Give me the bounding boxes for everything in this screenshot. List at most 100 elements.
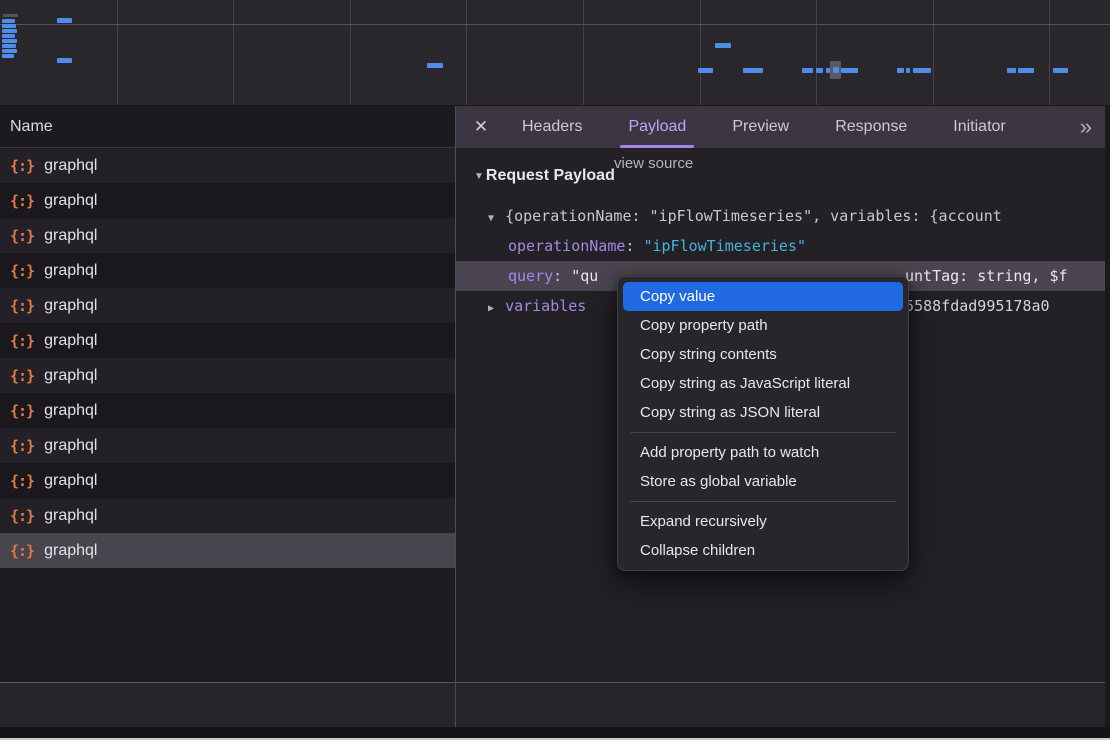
context-menu-item-store-as-global-variable[interactable]: Store as global variable	[623, 467, 903, 496]
tab-response[interactable]: Response	[831, 106, 911, 148]
timeline-gridline	[583, 0, 584, 106]
network-bar[interactable]	[802, 68, 813, 73]
menu-separator	[630, 501, 896, 502]
timeline-gridline-horizontal	[0, 24, 1110, 25]
tab-preview[interactable]: Preview	[728, 106, 793, 148]
network-bar[interactable]	[913, 68, 931, 73]
network-bar[interactable]	[906, 68, 910, 73]
request-name: graphql	[44, 402, 97, 420]
network-bar[interactable]	[2, 54, 14, 58]
collapsed-triangle-icon[interactable]: ▶	[488, 303, 494, 314]
request-row[interactable]: {:} graphql	[0, 183, 455, 218]
close-button[interactable]: ✕	[470, 116, 492, 138]
context-menu-item-copy-property-path[interactable]: Copy property path	[623, 311, 903, 340]
request-row[interactable]: {:} graphql	[0, 393, 455, 428]
request-name: graphql	[44, 472, 97, 490]
section-title: Request Payload	[486, 167, 615, 185]
network-bar[interactable]	[698, 68, 713, 73]
tab-payload[interactable]: Payload	[624, 106, 690, 148]
request-row[interactable]: {:} graphql	[0, 218, 455, 253]
name-column-label: Name	[10, 118, 53, 136]
section-expanded-triangle-icon[interactable]: ▼	[474, 171, 484, 182]
network-bar[interactable]	[826, 68, 830, 73]
context-menu-item-copy-value[interactable]: Copy value	[623, 282, 903, 311]
network-bar[interactable]	[427, 63, 443, 68]
request-row[interactable]: {:}graphql	[0, 358, 455, 393]
network-bar[interactable]	[2, 39, 17, 43]
network-bar[interactable]	[1053, 68, 1068, 73]
overview-waterfall[interactable]	[0, 0, 1110, 106]
name-column-header[interactable]: Name	[0, 106, 455, 148]
fetch-json-icon: {:}	[10, 262, 34, 280]
request-row[interactable]: {:}graphql	[0, 148, 455, 183]
network-bar[interactable]	[2, 19, 15, 23]
tab-headers[interactable]: Headers	[518, 106, 586, 148]
network-bar[interactable]	[2, 34, 15, 38]
network-bar[interactable]	[897, 68, 904, 73]
request-name: graphql	[44, 192, 97, 210]
view-source-link[interactable]: view source	[614, 148, 693, 178]
fetch-json-icon: {:}	[10, 542, 34, 560]
request-row[interactable]: {:} graphql	[0, 463, 455, 498]
timeline-gridline	[700, 0, 701, 106]
fetch-json-icon: {:}	[10, 192, 34, 210]
context-menu-item-collapse-children[interactable]: Collapse children	[623, 536, 903, 565]
context-menu: Copy valueCopy property pathCopy string …	[617, 276, 909, 571]
request-row[interactable]: {:}graphql	[0, 323, 455, 358]
context-menu-item-copy-string-as-javascript-literal[interactable]: Copy string as JavaScript literal	[623, 369, 903, 398]
request-name: graphql	[44, 332, 97, 350]
request-name: graphql	[44, 297, 97, 315]
context-menu-item-expand-recursively[interactable]: Expand recursively	[623, 507, 903, 536]
context-menu-item-add-property-path-to-watch[interactable]: Add property path to watch	[623, 438, 903, 467]
chevron-double-right-icon: »	[1080, 114, 1090, 139]
panel-divider[interactable]	[455, 106, 456, 727]
request-name: graphql	[44, 157, 97, 175]
network-bar[interactable]	[2, 29, 17, 33]
tab-initiator[interactable]: Initiator	[949, 106, 1009, 148]
request-name: graphql	[44, 367, 97, 385]
fetch-json-icon: {:}	[10, 402, 34, 420]
network-bar[interactable]	[743, 68, 763, 73]
network-bar[interactable]	[2, 44, 16, 48]
network-bar[interactable]	[57, 58, 72, 63]
network-bar[interactable]	[833, 67, 839, 73]
network-bar[interactable]	[816, 68, 823, 73]
fetch-json-icon: {:}	[10, 507, 34, 525]
context-menu-item-copy-string-as-json-literal[interactable]: Copy string as JSON literal	[623, 398, 903, 427]
tree-row-operation-name[interactable]: operationName: "ipFlowTimeseries"	[456, 231, 1110, 261]
request-row[interactable]: {:}graphql	[0, 288, 455, 323]
fetch-json-icon: {:}	[10, 472, 34, 490]
network-bar[interactable]	[715, 43, 731, 48]
property-key: variables	[505, 297, 586, 315]
timeline-gridline	[1049, 0, 1050, 106]
network-bar[interactable]	[1018, 68, 1034, 73]
tree-root-row[interactable]: ▼ {operationName: "ipFlowTimeseries", va…	[456, 201, 1110, 231]
timeline-gridline	[233, 0, 234, 106]
context-menu-item-copy-string-contents[interactable]: Copy string contents	[623, 340, 903, 369]
fetch-json-icon: {:}	[10, 227, 34, 245]
timeline-gridline	[933, 0, 934, 106]
property-value-right-fragment: untTag: string, $f	[905, 261, 1068, 291]
request-row[interactable]: {:}graphql	[0, 428, 455, 463]
key-separator: :	[553, 267, 571, 285]
request-row[interactable]: {:}graphql	[0, 533, 455, 568]
close-icon: ✕	[474, 117, 488, 137]
request-name: graphql	[44, 227, 97, 245]
detail-tabbar: ✕ Headers Payload Preview Response Initiator…	[456, 106, 1110, 148]
root-expanded-triangle-icon[interactable]: ▼	[488, 213, 494, 224]
root-preview-text: {operationName: "ipFlowTimeseries", vari…	[505, 207, 1002, 225]
property-value-right-fragment: ee5588fdad995178a0	[887, 291, 1050, 321]
property-key: query	[508, 267, 553, 285]
property-value-left-fragment: "qu	[571, 267, 598, 285]
network-bar[interactable]	[57, 18, 72, 23]
request-row[interactable]: {:}graphql	[0, 253, 455, 288]
network-bar[interactable]	[2, 24, 16, 28]
request-name: graphql	[44, 437, 97, 455]
network-bar[interactable]	[2, 49, 17, 53]
request-row[interactable]: {:}graphql	[0, 498, 455, 533]
network-bar[interactable]	[1007, 68, 1016, 73]
timeline-gridline	[816, 0, 817, 106]
request-payload-section-header[interactable]: ▼ Request Payload	[456, 161, 615, 191]
network-bar[interactable]	[841, 68, 858, 73]
key-separator: :	[625, 237, 643, 255]
